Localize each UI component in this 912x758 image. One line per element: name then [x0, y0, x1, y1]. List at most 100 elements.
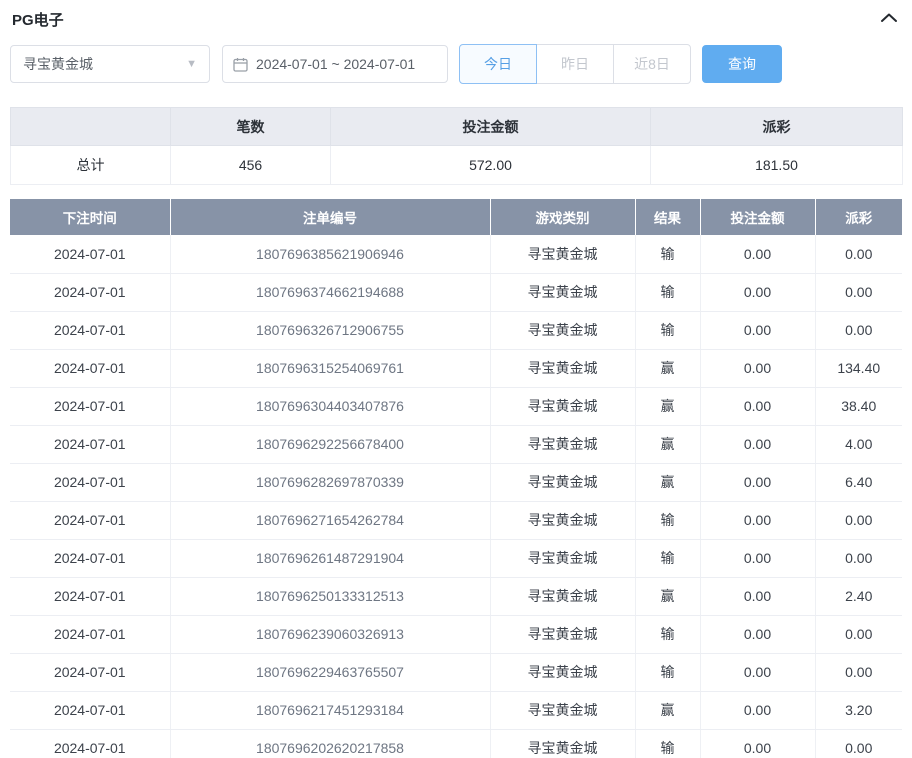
bet-amount-cell: 0.00: [700, 463, 815, 501]
table-row: 2024-07-01 1807696315254069761 寻宝黄金城 赢 0…: [10, 349, 902, 387]
bet-amount-cell: 0.00: [700, 729, 815, 758]
bet-amount-cell: 0.00: [700, 577, 815, 615]
bet-time-cell: 2024-07-01: [10, 539, 170, 577]
bet-time-cell: 2024-07-01: [10, 501, 170, 539]
game-select-value: 寻宝黄金城: [23, 54, 93, 74]
bet-time-cell: 2024-07-01: [10, 729, 170, 758]
result-cell: 输: [635, 615, 700, 653]
bet-time-cell: 2024-07-01: [10, 235, 170, 273]
bet-time-cell: 2024-07-01: [10, 387, 170, 425]
result-cell: 赢: [635, 425, 700, 463]
summary-header-blank: [11, 108, 171, 146]
payout-cell: 3.20: [815, 691, 902, 729]
caret-down-icon: ▼: [186, 58, 197, 70]
game-type-cell: 寻宝黄金城: [490, 577, 635, 615]
yesterday-button[interactable]: 昨日: [536, 44, 614, 84]
summary-bet-amount-value: 572.00: [331, 146, 651, 185]
table-row: 2024-07-01 1807696250133312513 寻宝黄金城 赢 0…: [10, 577, 902, 615]
table-row: 2024-07-01 1807696326712906755 寻宝黄金城 输 0…: [10, 311, 902, 349]
bet-id-cell: 1807696374662194688: [170, 273, 490, 311]
header-game-type: 游戏类别: [490, 199, 635, 235]
bet-id-cell: 1807696292256678400: [170, 425, 490, 463]
payout-cell: 0.00: [815, 615, 902, 653]
payout-cell: 4.00: [815, 425, 902, 463]
bet-amount-cell: 0.00: [700, 273, 815, 311]
table-row: 2024-07-01 1807696282697870339 寻宝黄金城 赢 0…: [10, 463, 902, 501]
header-bet-id: 注单编号: [170, 199, 490, 235]
bet-id-cell: 1807696385621906946: [170, 235, 490, 273]
payout-cell: 134.40: [815, 349, 902, 387]
bet-amount-cell: 0.00: [700, 349, 815, 387]
last-8-days-button[interactable]: 近8日: [613, 44, 691, 84]
summary-header-row: 笔数 投注金额 派彩: [11, 108, 903, 146]
game-type-cell: 寻宝黄金城: [490, 615, 635, 653]
bet-records-table: 下注时间 注单编号 游戏类别 结果 投注金额 派彩 2024-07-01 180…: [10, 199, 902, 758]
page-title: PG电子: [12, 9, 64, 30]
bet-amount-cell: 0.00: [700, 501, 815, 539]
table-row: 2024-07-01 1807696229463765507 寻宝黄金城 输 0…: [10, 653, 902, 691]
result-cell: 赢: [635, 349, 700, 387]
table-row: 2024-07-01 1807696385621906946 寻宝黄金城 输 0…: [10, 235, 902, 273]
payout-cell: 0.00: [815, 653, 902, 691]
table-row: 2024-07-01 1807696202620217858 寻宝黄金城 输 0…: [10, 729, 902, 758]
header-bet-amount: 投注金额: [700, 199, 815, 235]
bet-time-cell: 2024-07-01: [10, 349, 170, 387]
chevron-up-icon: [880, 11, 898, 27]
payout-cell: 6.40: [815, 463, 902, 501]
payout-cell: 38.40: [815, 387, 902, 425]
table-row: 2024-07-01 1807696374662194688 寻宝黄金城 输 0…: [10, 273, 902, 311]
game-type-cell: 寻宝黄金城: [490, 501, 635, 539]
game-type-cell: 寻宝黄金城: [490, 539, 635, 577]
collapse-button[interactable]: [878, 9, 900, 29]
result-cell: 输: [635, 273, 700, 311]
bet-amount-cell: 0.00: [700, 539, 815, 577]
game-select[interactable]: 寻宝黄金城 ▼: [10, 45, 210, 83]
date-range-value: 2024-07-01 ~ 2024-07-01: [256, 56, 415, 72]
game-type-cell: 寻宝黄金城: [490, 235, 635, 273]
bet-id-cell: 1807696261487291904: [170, 539, 490, 577]
game-type-cell: 寻宝黄金城: [490, 653, 635, 691]
header-payout: 派彩: [815, 199, 902, 235]
bet-time-cell: 2024-07-01: [10, 577, 170, 615]
game-type-cell: 寻宝黄金城: [490, 311, 635, 349]
bet-time-cell: 2024-07-01: [10, 691, 170, 729]
game-type-cell: 寻宝黄金城: [490, 729, 635, 758]
filter-bar: 寻宝黄金城 ▼ 2024-07-01 ~ 2024-07-01 今日 昨日 近8…: [10, 44, 902, 84]
result-cell: 输: [635, 235, 700, 273]
bet-time-cell: 2024-07-01: [10, 273, 170, 311]
result-cell: 赢: [635, 387, 700, 425]
bet-id-cell: 1807696282697870339: [170, 463, 490, 501]
pg-games-panel: PG电子 寻宝黄金城 ▼ 2024-07-01 ~ 2024-07-01 今日 …: [0, 0, 912, 758]
bet-time-cell: 2024-07-01: [10, 311, 170, 349]
table-row: 2024-07-01 1807696239060326913 寻宝黄金城 输 0…: [10, 615, 902, 653]
payout-cell: 0.00: [815, 235, 902, 273]
today-button[interactable]: 今日: [459, 44, 537, 84]
summary-table: 笔数 投注金额 派彩 总计 456 572.00 181.50: [10, 107, 903, 185]
quick-date-button-group: 今日 昨日 近8日: [459, 44, 691, 84]
table-row: 2024-07-01 1807696261487291904 寻宝黄金城 输 0…: [10, 539, 902, 577]
bet-time-cell: 2024-07-01: [10, 463, 170, 501]
query-button[interactable]: 查询: [702, 45, 782, 83]
bet-amount-cell: 0.00: [700, 615, 815, 653]
bet-table-header-row: 下注时间 注单编号 游戏类别 结果 投注金额 派彩: [10, 199, 902, 235]
date-range-input[interactable]: 2024-07-01 ~ 2024-07-01: [222, 45, 448, 83]
payout-cell: 2.40: [815, 577, 902, 615]
summary-header-bet-amount: 投注金额: [331, 108, 651, 146]
result-cell: 输: [635, 729, 700, 758]
summary-payout-value: 181.50: [651, 146, 903, 185]
summary-total-row: 总计 456 572.00 181.50: [11, 146, 903, 185]
table-row: 2024-07-01 1807696271654262784 寻宝黄金城 输 0…: [10, 501, 902, 539]
table-row: 2024-07-01 1807696304403407876 寻宝黄金城 赢 0…: [10, 387, 902, 425]
bet-id-cell: 1807696229463765507: [170, 653, 490, 691]
bet-amount-cell: 0.00: [700, 387, 815, 425]
game-type-cell: 寻宝黄金城: [490, 387, 635, 425]
calendar-icon: [233, 57, 248, 72]
game-type-cell: 寻宝黄金城: [490, 691, 635, 729]
result-cell: 赢: [635, 691, 700, 729]
bet-id-cell: 1807696250133312513: [170, 577, 490, 615]
result-cell: 输: [635, 501, 700, 539]
result-cell: 输: [635, 653, 700, 691]
payout-cell: 0.00: [815, 273, 902, 311]
bet-amount-cell: 0.00: [700, 691, 815, 729]
bet-amount-cell: 0.00: [700, 653, 815, 691]
